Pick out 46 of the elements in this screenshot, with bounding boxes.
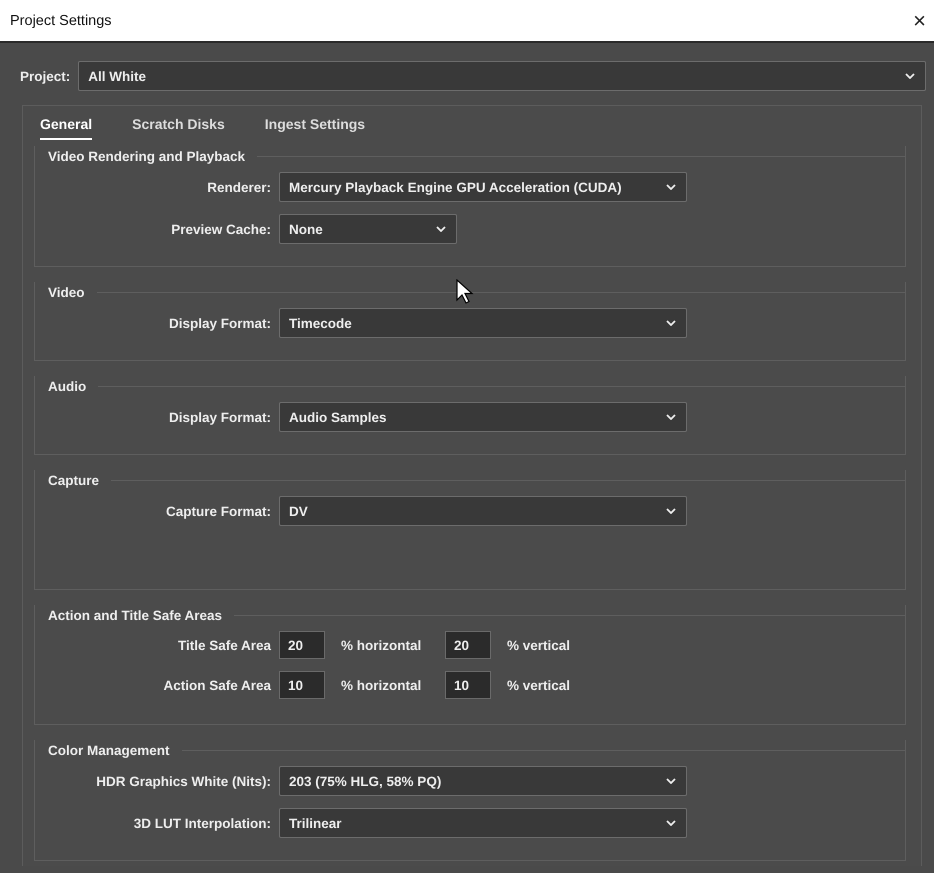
number-field[interactable]: 20 <box>445 631 491 659</box>
field-label: 3D LUT Interpolation: <box>132 816 271 830</box>
number-field[interactable]: 20 <box>279 631 325 659</box>
number-field[interactable]: 10 <box>279 671 325 699</box>
dropdown[interactable]: Audio Samples <box>279 402 687 432</box>
dropdown[interactable]: Timecode <box>279 308 687 338</box>
field-label: Project: <box>20 68 70 84</box>
chevron-down-icon <box>666 320 676 326</box>
mouse-pointer-icon <box>456 279 474 305</box>
dropdown[interactable]: None <box>279 214 457 244</box>
field-label: Title Safe Area <box>176 638 271 652</box>
dropdown[interactable]: DV <box>279 496 687 526</box>
group-title: Video Rendering and Playback <box>47 148 246 164</box>
group-title: Capture <box>47 472 100 488</box>
dropdown[interactable]: 203 (75% HLG, 58% PQ) <box>279 766 687 796</box>
unit-label: % vertical <box>507 678 572 692</box>
group-title: Video <box>47 284 85 300</box>
field-label: Capture Format: <box>164 504 271 518</box>
chevron-down-icon <box>436 226 446 232</box>
number-field[interactable]: 10 <box>445 671 491 699</box>
chevron-down-icon <box>666 820 676 826</box>
field-label: Renderer: <box>206 180 271 194</box>
chevron-down-icon <box>905 73 915 79</box>
chevron-down-icon <box>666 778 676 784</box>
tab[interactable]: Scratch Disks <box>132 116 225 138</box>
tab[interactable]: General <box>40 116 92 140</box>
field-label: Display Format: <box>168 410 271 424</box>
chevron-down-icon <box>666 414 676 420</box>
dropdown[interactable]: Mercury Playback Engine GPU Acceleration (CUDA) <box>279 172 687 202</box>
field-label: Display Format: <box>168 316 271 330</box>
window-title: Project Settings <box>10 12 112 28</box>
close-button[interactable]: × <box>913 8 926 34</box>
tab[interactable]: Ingest Settings <box>264 116 366 138</box>
unit-label: % horizontal <box>341 678 422 692</box>
dropdown[interactable]: All White <box>78 61 926 91</box>
field-label: Preview Cache: <box>170 222 271 236</box>
chevron-down-icon <box>666 508 676 514</box>
chevron-down-icon <box>666 184 676 190</box>
unit-label: % vertical <box>507 638 572 652</box>
dropdown[interactable]: Trilinear <box>279 808 687 838</box>
group-title: Color Management <box>47 742 170 758</box>
field-label: HDR Graphics White (Nits): <box>95 774 271 788</box>
group-title: Audio <box>47 378 86 394</box>
unit-label: % horizontal <box>341 638 422 652</box>
field-label: Action Safe Area <box>162 678 271 692</box>
group-title: Action and Title Safe Areas <box>47 608 222 622</box>
